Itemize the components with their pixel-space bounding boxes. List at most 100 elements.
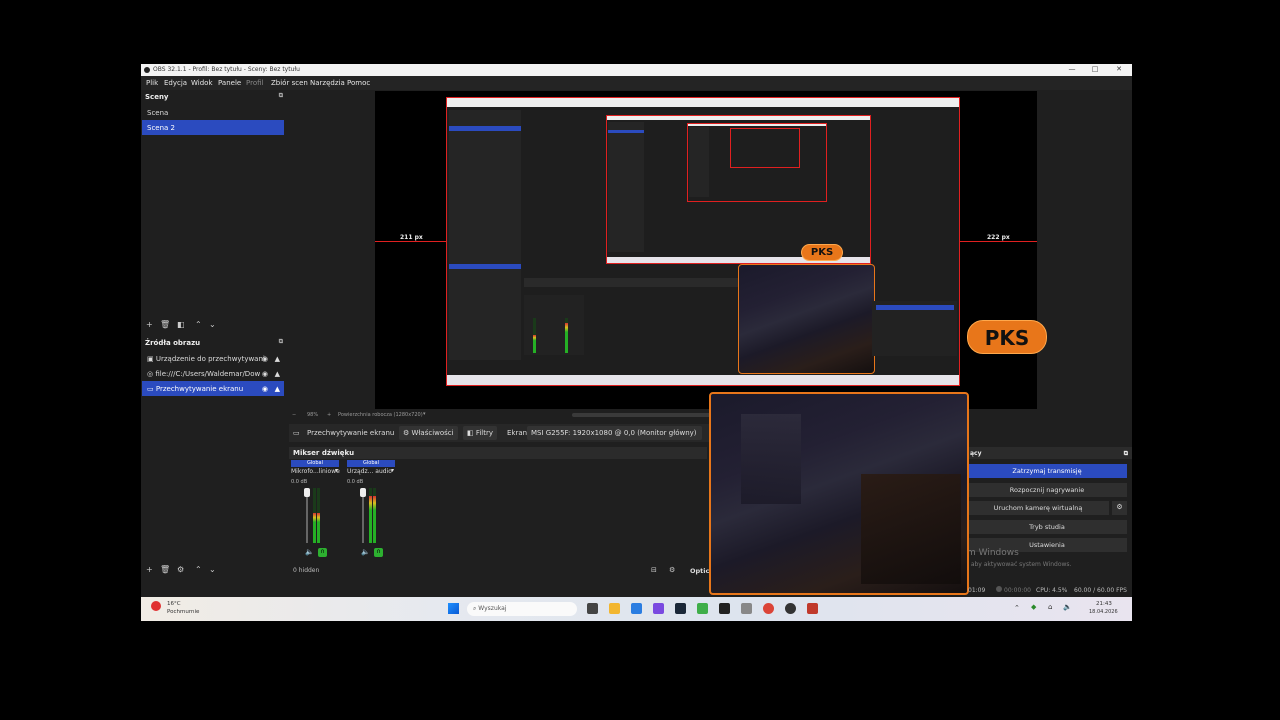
app-icon[interactable] — [719, 603, 730, 614]
speaker-icon[interactable]: 🔈 — [361, 548, 370, 556]
screen-select[interactable]: MSI G255F: 1920x1080 @ 0,0 (Monitor głów… — [527, 426, 702, 440]
zoom-out-icon[interactable]: − — [292, 412, 296, 418]
menu-tools[interactable]: Narzędzia — [310, 79, 345, 87]
pks-badge-small: PKS — [801, 244, 843, 261]
lock-icon[interactable]: ▲ — [275, 385, 280, 393]
add-scene-icon[interactable]: + — [146, 320, 153, 329]
volume-fader[interactable] — [304, 488, 310, 543]
menu-file[interactable]: Plik — [146, 79, 158, 87]
dock-popout-icon[interactable]: ⧉ — [279, 338, 283, 346]
task-view-icon[interactable] — [587, 603, 598, 614]
properties-button[interactable]: ⚙ Właściwości — [399, 426, 458, 440]
settings-gear-icon[interactable] — [741, 603, 752, 614]
mixer-title: Mikser dźwięku — [289, 447, 707, 459]
file-explorer-icon[interactable] — [609, 603, 620, 614]
virtual-camera-settings-gear-icon[interactable]: ⚙ — [1112, 501, 1127, 515]
right-guide-line — [960, 241, 1037, 242]
mixer-settings-icon[interactable]: ⚙ — [669, 566, 675, 574]
start-recording-button[interactable]: Rozpocznij nagrywanie — [967, 483, 1127, 497]
source-item-screen-capture[interactable]: ▭ Przechwytywanie ekranu ◉ ▲ — [142, 381, 284, 396]
channel-header: Global — [347, 460, 395, 467]
lock-icon[interactable]: ▲ — [275, 355, 280, 363]
move-down-icon[interactable]: ⌄ — [209, 565, 216, 574]
record-indicator-icon — [996, 586, 1002, 592]
steam-icon[interactable] — [675, 603, 686, 614]
headphones-icon[interactable]: ∩ — [374, 548, 383, 557]
close-button[interactable]: ✕ — [1111, 65, 1127, 73]
taskbar-search[interactable]: ⌕ Wyszukaj — [467, 602, 577, 616]
studio-mode-button[interactable]: Tryb studia — [967, 520, 1127, 534]
start-button-icon[interactable] — [448, 603, 459, 614]
move-down-icon[interactable]: ⌄ — [209, 320, 216, 329]
discord-icon[interactable] — [653, 603, 664, 614]
lock-icon[interactable]: ▲ — [275, 370, 280, 378]
dock-popout-icon[interactable]: ⧉ — [1124, 450, 1128, 458]
camera-icon: ▣ — [147, 355, 154, 363]
source-label: file:///C:/Users/Waldemar/Dow — [155, 370, 261, 378]
scene-filters-icon[interactable]: ◧ — [177, 320, 185, 329]
weather-icon[interactable] — [151, 601, 161, 611]
zoom-level[interactable]: 98% — [307, 412, 318, 418]
minimize-button[interactable]: — — [1064, 65, 1080, 73]
app-icon[interactable] — [697, 603, 708, 614]
chrome-icon[interactable] — [763, 603, 774, 614]
filters-button[interactable]: ◧ Filtry — [463, 426, 498, 440]
source-settings-gear-icon[interactable]: ⚙ — [177, 565, 184, 574]
scene-item-scena[interactable]: Scena — [142, 105, 284, 120]
obs-icon[interactable] — [785, 603, 796, 614]
menu-docks[interactable]: Panele — [218, 79, 241, 87]
monitor-icon: ▭ — [147, 385, 154, 393]
source-item-media-file[interactable]: ◎ file:///C:/Users/Waldemar/Dow ◉ ▲ — [142, 366, 284, 381]
channel-menu-icon[interactable]: ▾ — [391, 467, 394, 474]
volume-meter — [373, 488, 376, 543]
headphones-icon[interactable]: ∩ — [318, 548, 327, 557]
clock-time[interactable]: 21:43 — [1096, 601, 1112, 607]
move-up-icon[interactable]: ⌃ — [195, 565, 202, 574]
mixer-channel-mic: Global Mikrofo...liniowe ▾ 0.0 dB 🔈 ∩ — [291, 460, 340, 560]
stop-stream-button[interactable]: Zatrzymaj transmisję — [967, 464, 1127, 478]
remove-source-icon[interactable]: 🗑 — [160, 565, 170, 574]
menu-edit[interactable]: Edycja — [164, 79, 187, 87]
network-icon[interactable]: ⌂ — [1048, 603, 1052, 611]
scene-item-scena-2[interactable]: Scena 2 — [142, 120, 284, 135]
channel-menu-icon[interactable]: ▾ — [335, 467, 338, 474]
mixer-channel-desktop-audio: Global Urządz... audio ▾ 0.0 dB 🔈 ∩ — [347, 460, 395, 560]
scale-dropdown-icon[interactable]: ▾ — [423, 411, 426, 417]
status-bar: 01:09 00:00:00 CPU: 4.5% 60.00 / 60.00 F… — [141, 583, 1132, 597]
start-virtual-camera-button[interactable]: Uruchom kamerę wirtualną — [967, 501, 1109, 515]
channel-name: Urządz... audio — [347, 468, 392, 475]
program-canvas[interactable]: PKS — [446, 97, 960, 386]
maximize-button[interactable]: □ — [1087, 65, 1103, 73]
mixer-layout-icon[interactable]: ⊟ — [651, 566, 657, 574]
menu-view[interactable]: Widok — [191, 79, 213, 87]
preview-area[interactable]: 211 px 222 px PKS PKS — [375, 91, 1047, 409]
hidden-count[interactable]: 0 hidden — [293, 567, 319, 574]
move-up-icon[interactable]: ⌃ — [195, 320, 202, 329]
window-title: OBS 32.1.1 - Profil: Bez tytułu - Sceny:… — [153, 66, 300, 73]
source-item-capture-device[interactable]: ▣ Urządzenie do przechwytywani ◉ ▲ — [142, 351, 284, 366]
dock-popout-icon[interactable]: ⧉ — [279, 92, 283, 100]
add-source-icon[interactable]: + — [146, 565, 153, 574]
clock-date[interactable]: 18.04.2026 — [1089, 609, 1118, 615]
speaker-icon[interactable]: 🔈 — [305, 548, 314, 556]
volume-icon[interactable]: 🔈 — [1063, 603, 1072, 611]
remove-scene-icon[interactable]: 🗑 — [160, 320, 170, 329]
stream-time: 01:09 — [968, 587, 986, 594]
preview-scrollbar[interactable] — [572, 413, 712, 417]
zoom-in-icon[interactable]: + — [327, 412, 331, 418]
menu-help[interactable]: Pomoc — [347, 79, 370, 87]
visibility-eye-icon[interactable]: ◉ — [262, 355, 268, 363]
menu-profile[interactable]: Profil — [246, 79, 263, 87]
visibility-eye-icon[interactable]: ◉ — [262, 370, 268, 378]
options-label[interactable]: Optic — [690, 567, 709, 575]
left-guide-line — [375, 241, 447, 242]
app-icon[interactable] — [807, 603, 818, 614]
visibility-eye-icon[interactable]: ◉ — [262, 385, 268, 393]
store-icon[interactable] — [631, 603, 642, 614]
volume-fader[interactable] — [360, 488, 366, 543]
scale-mode[interactable]: Powierzchnia robocza (1280x720) — [338, 412, 423, 418]
tray-app-icon[interactable]: ◆ — [1031, 603, 1036, 611]
menu-scene-collection[interactable]: Zbiór scen — [271, 79, 308, 87]
tray-chevron-icon[interactable]: ⌃ — [1014, 604, 1020, 612]
windows-taskbar: 16°C Pochmurnie ⌕ Wyszukaj ⌃ ◆ ⌂ 🔈 21:43… — [141, 597, 1132, 621]
